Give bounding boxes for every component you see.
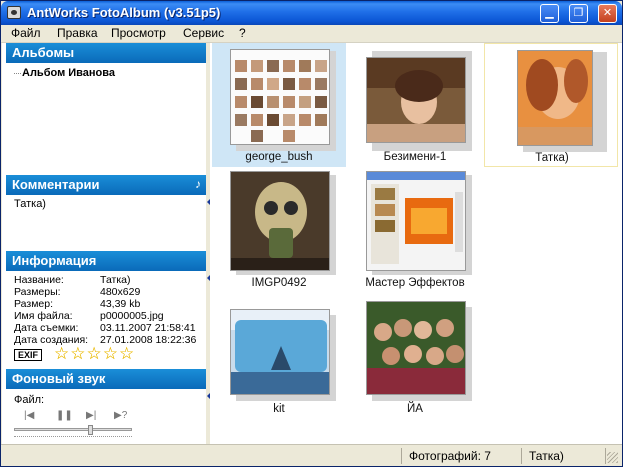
- info-label: Размеры:: [14, 286, 61, 298]
- thumbnail-caption: Безимени-1: [383, 151, 447, 163]
- thumbnail-kit[interactable]: kit: [212, 295, 346, 419]
- random-track-icon[interactable]: ▶?: [114, 410, 127, 421]
- thumbnail-caption: kit: [273, 403, 285, 415]
- thumbnail-caption: george_bush: [245, 151, 313, 163]
- thumbnail-ya[interactable]: ЙА: [348, 295, 482, 419]
- info-label: Название:: [14, 274, 64, 286]
- star-icon[interactable]: ☆: [119, 345, 134, 363]
- thumbnail-caption: Мастер Эффектов: [365, 277, 465, 289]
- star-icon[interactable]: ☆: [54, 345, 69, 363]
- photo-image: [366, 301, 466, 395]
- comments-title: Комментарии: [12, 177, 100, 192]
- info-value: 03.11.2007 21:58:41: [100, 322, 196, 334]
- star-icon[interactable]: ☆: [103, 345, 118, 363]
- thumbnail-effects-master[interactable]: Мастер Эффектов: [348, 169, 482, 293]
- resize-grip-icon[interactable]: [607, 452, 618, 463]
- thumbnail-imgp0492[interactable]: IMGP0492: [212, 169, 346, 293]
- photo-gallery: george_bush Безимени-1 Татка) IMGP0492 М…: [210, 43, 622, 444]
- sound-file-label: Файл:: [14, 394, 45, 406]
- pause-icon[interactable]: ❚❚: [56, 410, 73, 421]
- photo-image: [517, 50, 593, 146]
- menu-tools[interactable]: Сервис: [181, 26, 226, 40]
- status-current-photo: Татка): [529, 449, 564, 463]
- minimize-icon: ▁: [545, 7, 554, 19]
- thumbnail-bezimeni[interactable]: Безимени-1: [348, 43, 482, 167]
- left-panel: Альбомы Альбом Иванова Комментарии ♪ Тат…: [2, 43, 207, 444]
- info-label: Дата съемки:: [14, 322, 79, 334]
- volume-slider-thumb[interactable]: [88, 425, 93, 435]
- comments-header[interactable]: Комментарии ♪: [6, 175, 207, 195]
- info-row: Размер: 43,39 kb: [14, 298, 196, 310]
- info-row: Название: Татка): [14, 274, 196, 286]
- app-window: AntWorks FotoAlbum (v3.51p5) ▁ ❐ ✕ Файл …: [0, 0, 623, 467]
- status-bar: Фотографий: 7 Татка): [1, 444, 622, 466]
- thumbnail-george-bush[interactable]: george_bush: [212, 43, 346, 167]
- menu-file[interactable]: Файл: [9, 26, 43, 40]
- sound-header[interactable]: Фоновый звук: [6, 369, 207, 389]
- photo-image: [366, 57, 466, 143]
- close-icon: ✕: [602, 7, 613, 19]
- menu-help[interactable]: ?: [237, 26, 248, 40]
- info-value: p0000005.jpg: [100, 310, 164, 322]
- star-icon[interactable]: ☆: [70, 345, 85, 363]
- star-icon[interactable]: ☆: [87, 345, 102, 363]
- photo-image: [230, 49, 330, 145]
- info-label: Размер:: [14, 298, 54, 310]
- info-value: 480x629: [100, 286, 141, 298]
- album-item[interactable]: Альбом Иванова: [14, 67, 115, 79]
- photo-image: [230, 309, 330, 395]
- info-row: Имя файла: p0000005.jpg: [14, 310, 196, 322]
- slider-ticks: [14, 436, 132, 437]
- music-note-icon[interactable]: ♪: [195, 177, 201, 191]
- info-row: Дата съемки: 03.11.2007 21:58:41: [14, 322, 196, 334]
- thumbnail-tatka[interactable]: Татка): [484, 43, 618, 167]
- status-photo-count: Фотографий: 7: [409, 449, 491, 463]
- exif-button[interactable]: EXIF: [14, 349, 42, 361]
- title-bar[interactable]: AntWorks FotoAlbum (v3.51p5) ▁ ❐ ✕: [1, 1, 622, 25]
- info-header[interactable]: Информация: [6, 251, 207, 271]
- camera-icon[interactable]: [7, 6, 21, 19]
- info-row: Размеры: 480x629: [14, 286, 196, 298]
- photo-image: [366, 171, 466, 271]
- comment-text[interactable]: Татка): [14, 198, 46, 210]
- minimize-button[interactable]: ▁: [540, 4, 559, 23]
- prev-track-icon[interactable]: |◀: [24, 410, 34, 421]
- thumbnail-caption: IMGP0492: [251, 277, 307, 289]
- window-title: AntWorks FotoAlbum (v3.51p5): [27, 5, 221, 20]
- menu-view[interactable]: Просмотр: [109, 26, 168, 40]
- info-label: Имя файла:: [14, 310, 73, 322]
- info-value: Татка): [100, 274, 131, 286]
- albums-header[interactable]: Альбомы: [6, 43, 207, 63]
- photo-image: [230, 171, 330, 271]
- next-track-icon[interactable]: ▶|: [86, 410, 96, 421]
- thumbnail-caption: ЙА: [407, 403, 423, 415]
- menu-edit[interactable]: Правка: [55, 26, 100, 40]
- restore-icon: ❐: [573, 7, 584, 19]
- rating-stars[interactable]: ☆ ☆ ☆ ☆ ☆: [54, 345, 134, 363]
- menu-bar: Файл Правка Просмотр Сервис ?: [1, 25, 622, 43]
- thumbnail-caption: Татка): [535, 152, 569, 164]
- info-table: Название: Татка) Размеры: 480x629 Размер…: [14, 274, 196, 346]
- maximize-button[interactable]: ❐: [569, 4, 588, 23]
- close-button[interactable]: ✕: [598, 4, 617, 23]
- info-value: 43,39 kb: [100, 298, 141, 310]
- volume-slider[interactable]: [14, 428, 132, 431]
